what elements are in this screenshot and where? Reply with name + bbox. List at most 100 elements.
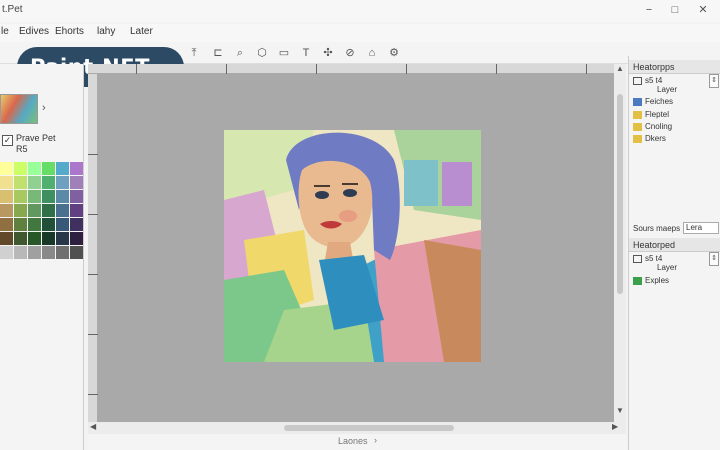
vertical-scrollbar[interactable]: ▲ ▼ (614, 64, 626, 422)
close-button[interactable]: ✕ (690, 2, 716, 18)
color-swatch[interactable] (42, 246, 55, 259)
search-input[interactable]: Lera (683, 222, 719, 234)
folder-icon (633, 97, 642, 106)
status-bar: Laones › (88, 434, 626, 450)
color-swatch[interactable] (14, 246, 27, 259)
chevron-right-icon[interactable]: › (374, 435, 377, 445)
color-swatch[interactable] (28, 246, 41, 259)
vertical-scroll-thumb[interactable] (617, 94, 623, 294)
menu-view[interactable]: Ehorts (55, 26, 84, 37)
color-swatch[interactable] (70, 190, 83, 203)
recolor-icon[interactable]: ⊘ (342, 45, 358, 61)
color-swatch[interactable] (70, 218, 83, 231)
color-swatch[interactable] (0, 218, 13, 231)
zoom-icon[interactable]: ⌕ (232, 45, 248, 61)
panel-scroll-icon[interactable]: ⇕ (709, 74, 719, 88)
color-swatch[interactable] (70, 162, 83, 175)
color-swatch[interactable] (28, 218, 41, 231)
portrait-painting (224, 130, 481, 362)
color-swatch[interactable] (28, 232, 41, 245)
color-swatch[interactable] (56, 218, 69, 231)
folder-icon (633, 122, 642, 131)
color-swatch[interactable] (28, 190, 41, 203)
history-item-label: Layer (657, 263, 678, 272)
layer-icon (633, 76, 642, 85)
canvas-image[interactable] (224, 130, 481, 362)
horizontal-scroll-thumb[interactable] (284, 425, 454, 431)
color-swatch[interactable] (0, 190, 13, 203)
color-swatch[interactable] (42, 190, 55, 203)
scroll-down-icon[interactable]: ▼ (616, 406, 624, 415)
magic-icon[interactable]: ✣ (320, 45, 336, 61)
menu-image[interactable]: lahy (97, 26, 115, 37)
color-swatch[interactable] (14, 232, 27, 245)
color-swatch[interactable] (42, 176, 55, 189)
horizontal-scrollbar[interactable]: ◀ ▶ (88, 422, 626, 434)
brush-icon[interactable]: ⌂ (364, 45, 380, 61)
menu-file[interactable]: le (1, 26, 9, 37)
color-swatch[interactable] (70, 246, 83, 259)
menu-edit[interactable]: Edives (19, 26, 49, 37)
minimize-button[interactable]: − (636, 2, 662, 18)
folder-icon (633, 134, 642, 143)
zoom-label[interactable]: Laones (338, 436, 368, 446)
color-swatch[interactable] (56, 204, 69, 217)
color-swatch[interactable] (14, 176, 27, 189)
color-swatch[interactable] (0, 246, 13, 259)
text-icon[interactable]: T (298, 45, 314, 61)
history-item[interactable]: Fleptel (633, 110, 669, 119)
layer-thumbnail[interactable] (0, 94, 38, 124)
menu-bar: le Edives Ehorts lahy Later (0, 24, 720, 42)
color-swatch[interactable] (70, 204, 83, 217)
menu-layers[interactable]: Later (130, 26, 153, 37)
color-swatch[interactable] (14, 162, 27, 175)
color-swatch[interactable] (0, 232, 13, 245)
panel-scroll-icon[interactable]: ⇕ (709, 252, 719, 266)
history-item[interactable]: Dkers (633, 134, 666, 143)
layer-visibility-checkbox[interactable]: ✓ (2, 135, 13, 146)
color-swatch[interactable] (56, 162, 69, 175)
history-item[interactable]: s5 t4 (633, 76, 662, 85)
color-swatch[interactable] (14, 204, 27, 217)
history-item[interactable]: Feiches (633, 97, 673, 106)
color-swatch[interactable] (56, 232, 69, 245)
color-swatch[interactable] (0, 162, 13, 175)
history-item-label: Layer (657, 85, 678, 94)
chevron-right-icon[interactable]: › (42, 102, 46, 114)
color-swatch[interactable] (42, 162, 55, 175)
color-swatch[interactable] (42, 218, 55, 231)
history-item[interactable]: Exples (633, 276, 669, 285)
move-icon[interactable]: ⤒ (186, 45, 202, 61)
history-item[interactable]: s5 t4 (633, 254, 662, 263)
settings-icon[interactable]: ⚙ (386, 45, 402, 61)
color-swatch[interactable] (28, 162, 41, 175)
history-item[interactable]: Cnoling (633, 122, 672, 131)
color-swatch[interactable] (0, 204, 13, 217)
color-swatch[interactable] (56, 176, 69, 189)
color-swatch[interactable] (42, 232, 55, 245)
shape-icon[interactable]: ⬡ (254, 45, 270, 61)
history-panel: Heatorpps ⇕ s5 t4 Layer Feiches Fleptel … (628, 56, 720, 450)
color-swatch[interactable] (0, 176, 13, 189)
search-label: Sours maeps (633, 224, 681, 233)
color-swatch[interactable] (70, 232, 83, 245)
color-swatch[interactable] (42, 204, 55, 217)
color-swatch[interactable] (28, 176, 41, 189)
color-palette (0, 162, 83, 259)
color-swatch[interactable] (70, 176, 83, 189)
color-swatch[interactable] (56, 190, 69, 203)
green-icon (633, 276, 642, 285)
color-swatch[interactable] (14, 190, 27, 203)
scroll-up-icon[interactable]: ▲ (616, 64, 624, 73)
comment-icon[interactable]: ▭ (276, 45, 292, 61)
color-swatch[interactable] (56, 246, 69, 259)
color-swatch[interactable] (28, 204, 41, 217)
history-panel-title: Heatorpps (629, 60, 720, 74)
folder-icon (633, 110, 642, 119)
maximize-button[interactable]: □ (662, 2, 688, 18)
scroll-left-icon[interactable]: ◀ (90, 422, 96, 431)
color-swatch[interactable] (14, 218, 27, 231)
window-title: t.Pet (2, 4, 23, 15)
crop-icon[interactable]: ⊏ (210, 45, 226, 61)
scroll-right-icon[interactable]: ▶ (612, 422, 618, 431)
